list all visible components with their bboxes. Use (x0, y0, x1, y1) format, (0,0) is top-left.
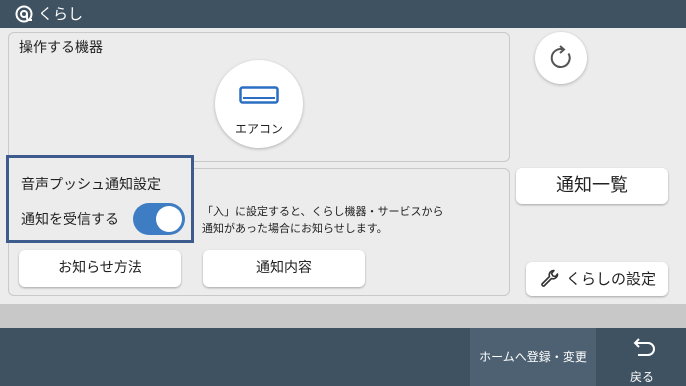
receive-notification-label: 通知を受信する (21, 212, 119, 228)
home-register-button[interactable]: ホームへ登録・変更 (470, 328, 596, 386)
app-title: くらし (38, 5, 84, 23)
wrench-icon (541, 269, 559, 287)
kurashi-logo-icon (15, 5, 33, 23)
notification-method-button[interactable]: お知らせ方法 (19, 250, 181, 287)
kurashi-settings-label: くらしの設定 (566, 270, 657, 288)
device-aircon-button[interactable]: エアコン (215, 60, 303, 148)
refresh-icon (550, 45, 571, 68)
kurashi-settings-button[interactable]: くらしの設定 (526, 262, 668, 296)
refresh-button[interactable] (535, 32, 587, 84)
receive-notification-toggle[interactable] (133, 203, 185, 235)
voice-push-description-line2: 通知があった場合にお知らせします。 (202, 222, 388, 235)
voice-push-settings-box: 音声プッシュ通知設定 通知を受信する (6, 155, 194, 243)
devices-panel: 操作する機器 エアコン (8, 32, 510, 162)
back-arrow-icon (633, 338, 655, 356)
air-conditioner-icon (239, 86, 279, 104)
back-label: 戻る (629, 370, 654, 384)
voice-push-description-line1: 「入」に設定すると、くらし機器・サービスから (202, 205, 444, 218)
back-button[interactable]: 戻る (598, 328, 686, 386)
device-aircon-label: エアコン (234, 122, 283, 136)
divider-strip (0, 304, 686, 328)
voice-push-description: 「入」に設定すると、くらし機器・サービスから 通知があった場合にお知らせします。 (202, 203, 444, 237)
top-bar: くらし (0, 0, 686, 28)
notification-content-button[interactable]: 通知内容 (203, 250, 365, 287)
devices-panel-title: 操作する機器 (19, 40, 103, 56)
notification-list-button[interactable]: 通知一覧 (516, 168, 668, 204)
voice-push-title: 音声プッシュ通知設定 (21, 177, 161, 193)
toggle-knob (156, 206, 182, 232)
